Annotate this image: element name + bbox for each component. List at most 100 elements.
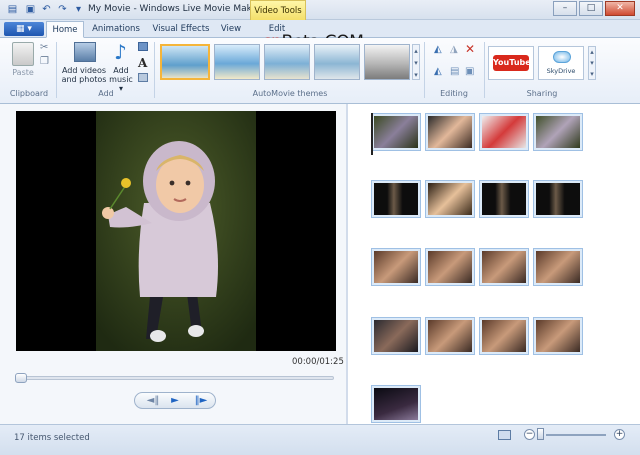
app-icon[interactable]: ▤ bbox=[6, 3, 19, 16]
storyboard-thumbnail[interactable] bbox=[425, 180, 475, 218]
theme-contemporary[interactable] bbox=[214, 44, 260, 80]
theme-pan-zoom[interactable] bbox=[314, 44, 360, 80]
storyboard-thumbnail[interactable] bbox=[479, 113, 529, 151]
clipboard-group-label: Clipboard bbox=[9, 89, 49, 98]
youtube-logo-icon: YouTube bbox=[493, 55, 531, 71]
storyboard-thumbnail[interactable] bbox=[371, 113, 421, 151]
customize-icon[interactable]: ▾ bbox=[72, 3, 85, 16]
theme-default[interactable] bbox=[160, 44, 210, 80]
thumbnail-image bbox=[374, 320, 418, 352]
storyboard-thumbnail[interactable] bbox=[425, 317, 475, 355]
tab-visual-effects[interactable]: Visual Effects bbox=[150, 21, 212, 38]
rotate-left-icon[interactable]: ◭ bbox=[434, 44, 442, 55]
thumbnail-size-icon[interactable] bbox=[498, 430, 511, 440]
zoom-out-button[interactable]: − bbox=[524, 429, 535, 440]
skydrive-share-button[interactable]: SkyDrive bbox=[538, 46, 584, 80]
group-divider bbox=[154, 42, 155, 98]
rotate-right-icon[interactable]: ◮ bbox=[450, 44, 458, 55]
thumbnail-image bbox=[536, 183, 580, 215]
storyboard-thumbnail[interactable] bbox=[371, 385, 421, 423]
seek-thumb[interactable] bbox=[15, 373, 27, 383]
selection-count: 17 items selected bbox=[14, 433, 90, 443]
minimize-button[interactable]: – bbox=[553, 1, 577, 16]
video-preview[interactable] bbox=[16, 111, 336, 351]
storyboard-thumbnail[interactable] bbox=[533, 180, 583, 218]
thumbnail-image bbox=[536, 116, 580, 148]
tab-home[interactable]: Home bbox=[46, 21, 84, 38]
storyboard-thumbnail[interactable] bbox=[371, 317, 421, 355]
preview-photo bbox=[96, 111, 256, 351]
thumbnail-image bbox=[482, 320, 526, 352]
automovie-group-label: AutoMovie themes bbox=[252, 89, 328, 98]
zoom-slider-thumb[interactable] bbox=[537, 428, 544, 440]
storyboard-thumbnail[interactable] bbox=[533, 113, 583, 151]
add-photos-label: and photos bbox=[61, 75, 107, 84]
title-text-icon[interactable]: A bbox=[138, 56, 147, 70]
video-tools-context-tab: Video Tools bbox=[250, 0, 306, 20]
storyboard-thumbnail[interactable] bbox=[533, 317, 583, 355]
select-all-icon[interactable]: ◭ bbox=[434, 66, 442, 77]
next-frame-button[interactable]: ‖► bbox=[188, 392, 214, 409]
thumbnail-image bbox=[428, 320, 472, 352]
add-videos-label: Add videos bbox=[61, 66, 107, 75]
undo-icon[interactable]: ↶ bbox=[40, 3, 53, 16]
paste-icon[interactable] bbox=[12, 42, 34, 66]
thumbnail-image bbox=[374, 116, 418, 148]
caption-icon[interactable] bbox=[138, 73, 148, 82]
storyboard-thumbnail[interactable] bbox=[479, 180, 529, 218]
snapshot-icon[interactable]: ▤ bbox=[450, 66, 459, 77]
zoom-in-button[interactable]: + bbox=[614, 429, 625, 440]
storyboard-thumbnail[interactable] bbox=[371, 248, 421, 286]
storyboard-thumbnail[interactable] bbox=[371, 180, 421, 218]
thumbnail-image bbox=[482, 251, 526, 283]
webcam-icon[interactable] bbox=[138, 42, 148, 51]
storyboard-thumbnail[interactable] bbox=[425, 113, 475, 151]
theme-cinematic[interactable] bbox=[364, 44, 410, 80]
music-note-icon[interactable]: ♪ bbox=[114, 40, 127, 64]
cut-icon[interactable]: ✂ bbox=[40, 42, 48, 53]
storyboard-thumbnail[interactable] bbox=[479, 248, 529, 286]
redo-icon[interactable]: ↷ bbox=[56, 3, 69, 16]
tab-view[interactable]: View bbox=[216, 21, 246, 38]
remove-icon[interactable]: ✕ bbox=[465, 42, 475, 56]
add-group-label: Add bbox=[98, 89, 114, 98]
paste-button[interactable]: Paste bbox=[6, 68, 40, 77]
storyboard-thumbnail[interactable] bbox=[533, 248, 583, 286]
status-bar bbox=[0, 424, 640, 455]
thumbnail-image bbox=[428, 183, 472, 215]
file-menu-button[interactable]: ▦ ▾ bbox=[4, 22, 44, 36]
seek-bar[interactable] bbox=[16, 376, 334, 380]
storyboard-thumbnail[interactable] bbox=[479, 317, 529, 355]
thumbnail-image bbox=[374, 183, 418, 215]
group-divider bbox=[424, 42, 425, 98]
group-divider bbox=[484, 42, 485, 98]
theme-fade[interactable] bbox=[264, 44, 310, 80]
zoom-slider-track[interactable] bbox=[546, 434, 606, 436]
save-icon[interactable]: ▣ bbox=[24, 3, 37, 16]
skydrive-label: SkyDrive bbox=[546, 67, 576, 75]
thumbnail-image bbox=[374, 251, 418, 283]
maximize-button[interactable]: □ bbox=[579, 1, 603, 16]
thumbnail-image bbox=[482, 183, 526, 215]
copy-icon[interactable]: ❐ bbox=[40, 56, 49, 67]
thumbnail-image bbox=[428, 251, 472, 283]
youtube-share-button[interactable]: YouTube bbox=[488, 46, 534, 80]
play-button[interactable]: ► bbox=[162, 392, 188, 409]
playhead-cursor[interactable] bbox=[371, 113, 373, 155]
add-music-label: Add bbox=[113, 66, 129, 75]
storyboard-thumbnail[interactable] bbox=[425, 248, 475, 286]
themes-gallery-scroll[interactable]: ▴ ▾ ▾ bbox=[412, 44, 420, 80]
thumbnail-image bbox=[536, 251, 580, 283]
tab-animations[interactable]: Animations bbox=[88, 21, 144, 38]
thumbnail-image bbox=[536, 320, 580, 352]
select-icon[interactable]: ▣ bbox=[465, 66, 474, 77]
add-videos-icon[interactable] bbox=[74, 42, 96, 62]
thumbnail-image bbox=[428, 116, 472, 148]
close-button[interactable]: ✕ bbox=[605, 1, 635, 16]
add-videos-button[interactable]: Add videos and photos bbox=[60, 66, 108, 84]
skydrive-cloud-icon bbox=[553, 51, 571, 63]
editing-group-label: Editing bbox=[440, 89, 468, 98]
sharing-gallery-scroll[interactable]: ▴ ▾ ▾ bbox=[588, 46, 596, 80]
thumbnail-image bbox=[482, 116, 526, 148]
sharing-group-label: Sharing bbox=[526, 89, 558, 98]
